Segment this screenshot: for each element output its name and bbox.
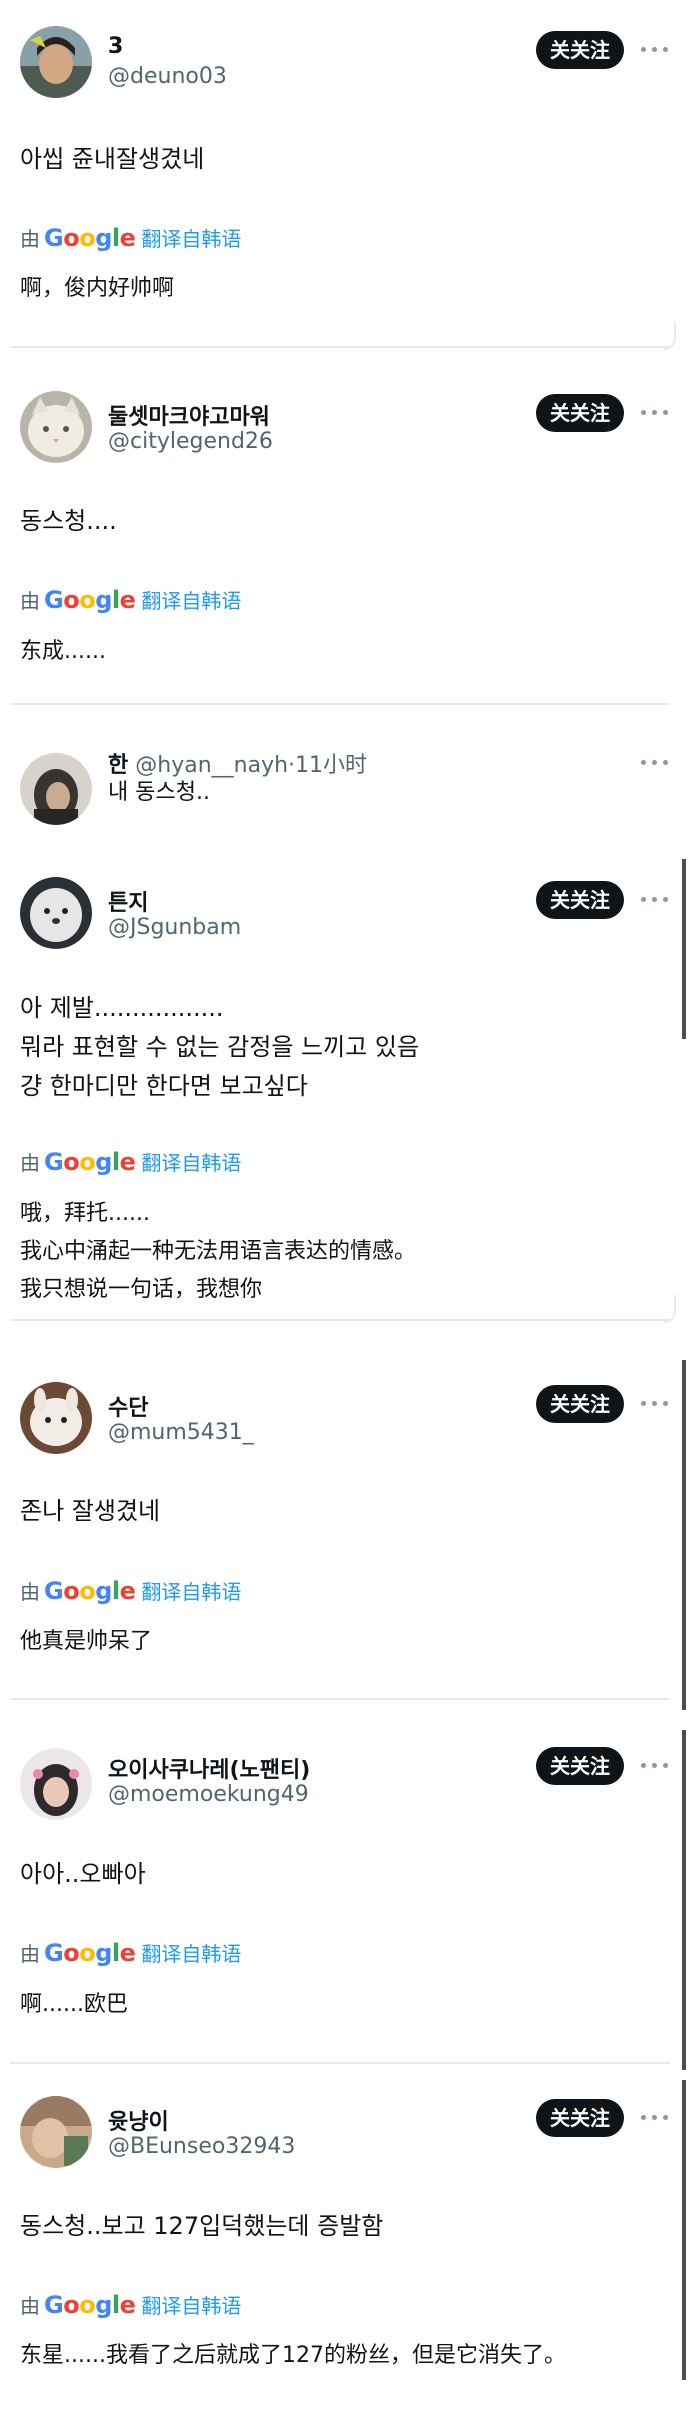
- translated-text: 哦，拜托...... 我心中涌起一种无法用语言表达的情感。 我只想说一句话，我想…: [20, 1201, 417, 1302]
- translate-link[interactable]: 由 Google 翻译自韩语: [20, 1147, 241, 1177]
- google-logo: Google: [44, 586, 136, 614]
- avatar[interactable]: [20, 753, 92, 825]
- more-options-icon[interactable]: [638, 890, 672, 910]
- card-edge: [664, 322, 676, 350]
- more-options-icon[interactable]: [638, 753, 672, 773]
- follow-button[interactable]: 关关注: [536, 1385, 624, 1423]
- translate-link[interactable]: 由 Google 翻译自韩语: [20, 585, 241, 615]
- google-logo: Google: [44, 2291, 136, 2319]
- more-options-icon[interactable]: [638, 40, 672, 60]
- translate-link[interactable]: 由 Google 翻译自韩语: [20, 223, 241, 253]
- follow-button[interactable]: 关关注: [536, 1747, 624, 1785]
- post-text: 동스청..보고 127입덕했는데 증발함: [20, 2212, 384, 2240]
- display-name[interactable]: 둘셋마크야고마워: [108, 399, 270, 431]
- translate-label: 翻译自韩语: [141, 227, 242, 251]
- follow-button[interactable]: 关关注: [536, 394, 624, 432]
- post-card: 수단 @mum5431_ 关关注 존나 잘생겼네 由 Google 翻译自韩语 他真…: [0, 1340, 690, 1720]
- handle[interactable]: @citylegend26: [108, 429, 273, 454]
- divider: [10, 703, 670, 705]
- divider: [10, 2062, 670, 2064]
- display-name[interactable]: 오이사쿠나레(노팬티): [108, 1752, 310, 1784]
- post-text: 아씹 쥰내잘생겼네: [20, 145, 205, 173]
- translate-link[interactable]: 由 Google 翻译自韩语: [20, 2290, 241, 2320]
- post-text: 존나 잘생겼네: [20, 1497, 161, 1525]
- post-text: 아 제발................. 뭐라 표현할 수 없는 감정을 느끼…: [20, 994, 420, 1100]
- handle[interactable]: @deuno03: [108, 64, 227, 89]
- translated-text: 啊......欧巴: [20, 1992, 128, 2017]
- post-card: 윳냥이 @BEunseo32943 关关注 동스청..보고 127입덕했는데 증…: [0, 2080, 690, 2420]
- google-logo: Google: [44, 1577, 136, 1605]
- post-text: 아아..오빠아: [20, 1860, 146, 1888]
- reply-text: 내 동스청..: [108, 780, 210, 805]
- translated-text: 他真是帅呆了: [20, 1629, 153, 1654]
- translate-label: 翻译自韩语: [141, 1151, 242, 1175]
- translated-text: 东成......: [20, 639, 106, 664]
- post-card: 튼지 @JSgunbam 关关注 아 제발................. 뭐…: [0, 847, 690, 1340]
- translate-label: 翻译自韩语: [141, 1580, 242, 1604]
- more-options-icon[interactable]: [638, 1756, 672, 1776]
- separator: ·: [288, 753, 296, 778]
- translate-prefix: 由: [20, 589, 40, 613]
- scroll-edge: [682, 1730, 686, 2070]
- display-name[interactable]: 윳냥이: [108, 2104, 169, 2136]
- post-card: 오이사쿠나레(노팬티) @moemoekung49 关关注 아아..오빠아 由G…: [0, 1720, 690, 2080]
- translate-prefix: 由: [20, 2294, 40, 2318]
- follow-button[interactable]: 关关注: [536, 881, 624, 919]
- translated-text: 啊，俊内好帅啊: [20, 276, 175, 301]
- card-edge: [664, 1295, 676, 1323]
- handle[interactable]: @BEunseo32943: [108, 2134, 295, 2159]
- translate-link[interactable]: 由 Google 翻译自韩语: [20, 1576, 241, 1606]
- post-text: 동스청....: [20, 507, 117, 535]
- display-name[interactable]: 3: [108, 34, 123, 59]
- avatar[interactable]: [20, 26, 92, 98]
- translate-prefix: 由: [20, 227, 40, 251]
- divider: [10, 346, 670, 348]
- handle[interactable]: @mum5431_: [108, 1420, 254, 1445]
- translate-label: 翻译自韩语: [141, 1942, 242, 1966]
- translated-text: 东星......我看了之后就成了127的粉丝，但是它消失了。: [20, 2343, 566, 2368]
- reply-item: 한 @hyan__nayh·11小时 내 동스청..: [0, 717, 690, 1039]
- divider: [10, 1698, 670, 1700]
- google-logo: Google: [44, 224, 136, 252]
- scroll-edge: [682, 1360, 686, 1710]
- translate-prefix: 由: [20, 1942, 40, 1966]
- translate-prefix: 由: [20, 1580, 40, 1604]
- divider: [10, 1319, 670, 1321]
- handle[interactable]: @moemoekung49: [108, 1782, 309, 1807]
- google-logo: Google: [44, 1148, 136, 1176]
- follow-button[interactable]: 关关注: [536, 31, 624, 69]
- post-card: 3 @deuno03 关关注 아씹 쥰내잘생겼네 由 Google 翻译自韩语 啊，…: [0, 0, 690, 355]
- google-logo: Google: [44, 1939, 136, 1967]
- translate-link[interactable]: 由 Google 翻译自韩语: [20, 1938, 241, 1968]
- scroll-edge: [682, 2080, 686, 2380]
- translate-label: 翻译自韩语: [141, 589, 242, 613]
- avatar[interactable]: [20, 1748, 92, 1820]
- translate-label: 翻译自韩语: [141, 2294, 242, 2318]
- more-options-icon[interactable]: [638, 1394, 672, 1414]
- avatar[interactable]: [20, 877, 92, 949]
- display-name[interactable]: 튼지: [108, 885, 148, 917]
- handle[interactable]: @JSgunbam: [108, 915, 241, 940]
- display-name[interactable]: 수단: [108, 1390, 148, 1422]
- avatar[interactable]: [20, 2096, 92, 2168]
- avatar[interactable]: [20, 1382, 92, 1454]
- post-card: 둘셋마크야고마워 @citylegend26 关关注 동스청.... 由 Goog…: [0, 355, 690, 717]
- avatar[interactable]: [20, 391, 92, 463]
- timestamp[interactable]: 11小时: [295, 753, 367, 778]
- more-options-icon[interactable]: [638, 2108, 672, 2128]
- more-options-icon[interactable]: [638, 403, 672, 423]
- translate-prefix: 由: [20, 1151, 40, 1175]
- follow-button[interactable]: 关关注: [536, 2099, 624, 2137]
